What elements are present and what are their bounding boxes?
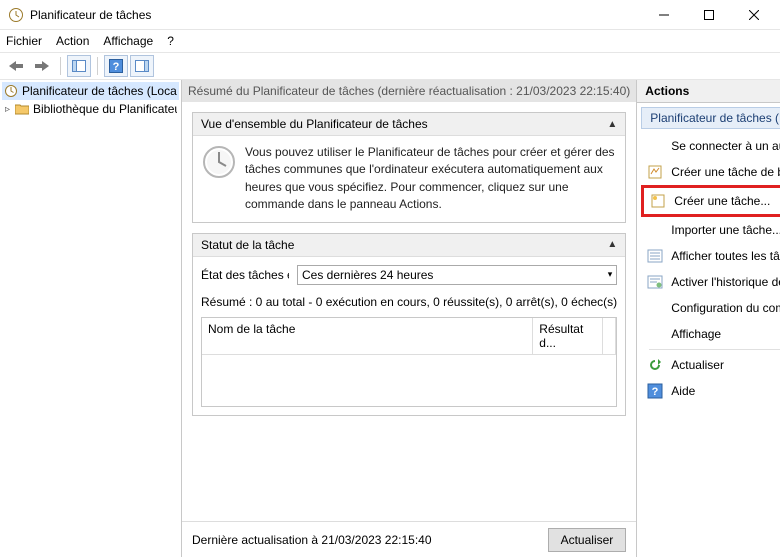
col-result[interactable]: Résultat d... — [533, 318, 603, 354]
new-task-icon — [650, 193, 666, 209]
menu-view[interactable]: Affichage — [103, 34, 153, 48]
action-import-task[interactable]: Importer une tâche... — [641, 217, 780, 243]
overview-panel-header[interactable]: Vue d'ensemble du Planificateur de tâche… — [193, 113, 625, 136]
clock-icon — [4, 84, 18, 98]
titlebar: Planificateur de tâches — [0, 0, 780, 30]
chevron-down-icon: ▾ — [608, 269, 613, 280]
refresh-icon — [647, 357, 663, 373]
menu-file[interactable]: Fichier — [6, 34, 42, 48]
back-button[interactable] — [4, 55, 28, 77]
blank-icon — [647, 326, 663, 342]
svg-text:?: ? — [652, 386, 659, 398]
close-button[interactable] — [731, 1, 776, 29]
toolbar-separator — [97, 57, 98, 75]
folder-icon — [15, 103, 29, 115]
summary-line: Résumé : 0 au total - 0 exécution en cou… — [201, 295, 617, 309]
last-refresh: Dernière actualisation à 21/03/2023 22:1… — [192, 533, 432, 547]
expand-icon[interactable]: ▹ — [4, 104, 11, 115]
overview-text: Vous pouvez utiliser le Planificateur de… — [245, 144, 617, 214]
menu-help[interactable]: ? — [167, 34, 174, 48]
action-enable-history[interactable]: Activer l'historique de toutes les tâche… — [641, 269, 780, 295]
col-name[interactable]: Nom de la tâche — [202, 318, 533, 354]
action-create-basic-task[interactable]: Créer une tâche de base... — [641, 159, 780, 185]
tree-pane: Planificateur de tâches (Local) ▹ Biblio… — [0, 80, 182, 557]
tree-root-label: Planificateur de tâches (Local) — [22, 84, 177, 98]
actions-group-title: Planificateur de tâches (Local) — [650, 111, 780, 125]
minimize-button[interactable] — [641, 1, 686, 29]
status-panel: Statut de la tâche ▲ État des tâches exé… — [192, 233, 626, 416]
center-pane: Résumé du Planificateur de tâches (derni… — [182, 80, 637, 557]
overview-panel: Vue d'ensemble du Planificateur de tâche… — [192, 112, 626, 223]
clock-icon — [201, 144, 237, 214]
blank-icon — [647, 300, 663, 316]
period-dropdown[interactable]: Ces dernières 24 heures ▾ — [297, 265, 617, 285]
period-selected: Ces dernières 24 heures — [302, 268, 433, 282]
action-create-task[interactable]: Créer une tâche... — [644, 188, 780, 214]
window-title: Planificateur de tâches — [30, 8, 641, 22]
tree-library[interactable]: ▹ Bibliothèque du Planificateur de tâche… — [2, 100, 179, 118]
status-title: Statut de la tâche — [201, 238, 294, 252]
action-help[interactable]: ? Aide — [641, 378, 780, 404]
separator — [649, 349, 780, 350]
status-panel-header[interactable]: Statut de la tâche ▲ — [193, 234, 625, 257]
action-connect[interactable]: Se connecter à un autre ordinateur... — [641, 133, 780, 159]
maximize-button[interactable] — [686, 1, 731, 29]
task-table: Nom de la tâche Résultat d... — [201, 317, 617, 407]
highlighted-action: Créer une tâche... — [641, 185, 780, 217]
blank-icon — [647, 222, 663, 238]
overview-title: Vue d'ensemble du Planificateur de tâche… — [201, 117, 428, 131]
help-icon: ? — [647, 383, 663, 399]
menu-action[interactable]: Action — [56, 34, 89, 48]
summary-header: Résumé du Planificateur de tâches (derni… — [182, 80, 636, 102]
actions-pane: Actions Planificateur de tâches (Local) … — [637, 80, 780, 557]
toolbar: ? — [0, 52, 780, 80]
action-show-active[interactable]: Afficher toutes les tâches actives — [641, 243, 780, 269]
toolbar-separator — [60, 57, 61, 75]
help-button[interactable]: ? — [104, 55, 128, 77]
action-refresh[interactable]: Actualiser — [641, 352, 780, 378]
tree-root[interactable]: Planificateur de tâches (Local) — [2, 82, 179, 100]
state-label: État des tâches exécutées : — [201, 268, 289, 282]
action-service-account[interactable]: Configuration du compte du service… — [641, 295, 780, 321]
list-icon — [647, 248, 663, 264]
refresh-button[interactable]: Actualiser — [548, 528, 627, 552]
menubar: Fichier Action Affichage ? — [0, 30, 780, 52]
tree-library-label: Bibliothèque du Planificateur de tâches — [33, 102, 177, 116]
history-icon — [647, 274, 663, 290]
show-hide-actions-button[interactable] — [130, 55, 154, 77]
wizard-icon — [647, 164, 663, 180]
blank-icon — [647, 138, 663, 154]
collapse-icon: ▲ — [607, 239, 617, 250]
actions-group-header[interactable]: Planificateur de tâches (Local) ▲ — [641, 107, 780, 129]
show-hide-tree-button[interactable] — [67, 55, 91, 77]
forward-button[interactable] — [30, 55, 54, 77]
collapse-icon: ▲ — [607, 119, 617, 130]
actions-title: Actions — [637, 80, 780, 103]
clock-icon — [8, 7, 24, 23]
action-view-submenu[interactable]: Affichage ▸ — [641, 321, 780, 347]
svg-text:?: ? — [113, 61, 120, 73]
col-extra[interactable] — [603, 318, 616, 354]
